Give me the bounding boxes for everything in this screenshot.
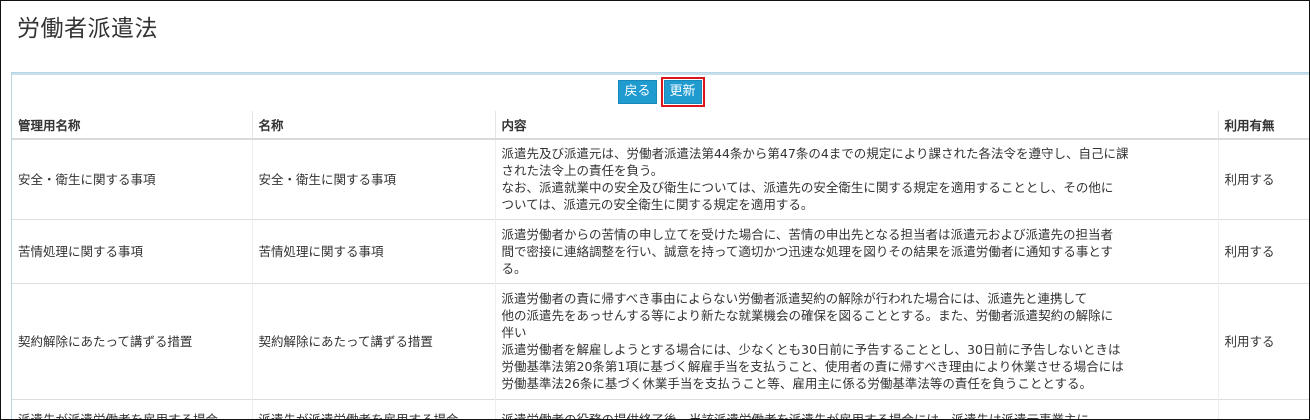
content-line: なお、派遣就業中の安全及び衛生については、派遣先の安全衛生に関する規定を適用する… [501, 180, 1114, 196]
back-button[interactable]: 戻る [618, 80, 657, 104]
content-line: された法令上の責任を負う。 [501, 163, 664, 179]
content-line: 労働基準法26条に基づく休業手当を支払うこと等、雇用主に係る労働基準法等の責任を… [501, 376, 1093, 391]
cell-name: 安全・衛生に関する事項 [251, 138, 495, 219]
content-line: 派遣労働者からの苦情の申し立てを受けた場合に、苦情の申出先となる担当者は派遣元お… [501, 226, 1114, 242]
content-line: 伴い [501, 325, 527, 340]
content-line: ついては、派遣元の安全衛生に関する規定を適用する。 [501, 197, 814, 213]
table-header-row: 管理用名称 名称 内容 利用有無 [12, 111, 1309, 140]
rules-table: 管理用名称 名称 内容 利用有無 安全・衛生に関する事項 安全・衛生に関する事項… [12, 111, 1309, 420]
update-button-highlight: 更新 [660, 77, 705, 107]
column-header-usage[interactable]: 利用有無 [1217, 111, 1309, 140]
column-header-admin-name[interactable]: 管理用名称 [12, 111, 252, 140]
cell-content: 派遣労働者からの苦情の申し立てを受けた場合に、苦情の申出先となる担当者は派遣元お… [494, 218, 1218, 283]
panel-divider [12, 73, 1309, 75]
table-row[interactable]: 契約解除にあたって講ずる措置 契約解除にあたって講ずる措置 派遣労働者の責に帰す… [12, 282, 1309, 399]
cell-admin-name: 安全・衛生に関する事項 [12, 138, 252, 219]
cell-name: 苦情処理に関する事項 [251, 218, 495, 283]
table-row[interactable]: 派遣先が派遣労働者を雇用する場合 派遣先が派遣労働者を雇用する場合 派遣労働者の… [12, 398, 1309, 420]
cell-usage: 利用する [1217, 282, 1309, 399]
content-line: 派遣労働者の責に帰すべき事由によらない労働者派遣契約の解除が行われた場合には、派… [501, 291, 1088, 306]
cell-usage [1217, 398, 1309, 419]
cell-usage: 利用する [1217, 218, 1309, 283]
column-header-name[interactable]: 名称 [251, 111, 495, 140]
toolbar: 戻る 更新 [12, 77, 1309, 107]
cell-admin-name: 派遣先が派遣労働者を雇用する場合 [12, 398, 252, 419]
table-row[interactable]: 安全・衛生に関する事項 安全・衛生に関する事項 派遣先及び派遣元は、労働者派遣法… [12, 138, 1309, 219]
content-line: 労働基準法第20条第1項に基づく解雇手当を支払うこと、使用者の責に帰すべき理由に… [501, 359, 1124, 374]
content-line: 派遣労働者の役務の提供終了後、当該派遣労働者を派遣先が雇用する場合には、派遣先は… [501, 411, 1090, 420]
content-line: 派遣労働者を解雇しようとする場合には、少なくとも30日前に予告することとし、30… [501, 342, 1121, 357]
cell-content: 派遣労働者の責に帰すべき事由によらない労働者派遣契約の解除が行われた場合には、派… [494, 282, 1218, 399]
table-row[interactable]: 苦情処理に関する事項 苦情処理に関する事項 派遣労働者からの苦情の申し立てを受け… [12, 218, 1309, 283]
cell-admin-name: 契約解除にあたって講ずる措置 [12, 282, 252, 399]
cell-content: 派遣労働者の役務の提供終了後、当該派遣労働者を派遣先が雇用する場合には、派遣先は… [494, 398, 1218, 420]
content-line: 派遣先及び派遣元は、労働者派遣法第44条から第47条の4までの規定により課された… [501, 146, 1129, 162]
cell-name: 契約解除にあたって講ずる措置 [251, 282, 495, 399]
cell-usage: 利用する [1217, 138, 1309, 219]
cell-content: 派遣先及び派遣元は、労働者派遣法第44条から第47条の4までの規定により課された… [494, 138, 1218, 219]
cell-admin-name: 苦情処理に関する事項 [12, 218, 252, 283]
content-line: 間で密接に連絡調整を行い、誠意を持って適切かつ迅速な処理を図りその結果を派遣労働… [501, 243, 1114, 259]
cell-name: 派遣先が派遣労働者を雇用する場合 [251, 398, 495, 419]
update-button[interactable]: 更新 [663, 80, 702, 104]
app-window: 労働者派遣法 戻る 更新 管理用名称 名称 内容 利用有無 安全・衛生に関する事… [0, 0, 1310, 420]
page-title: 労働者派遣法 [17, 16, 158, 42]
content-line: 他の派遣先をあっせんする等により新たな就業機会の確保を図ることとする。また、労働… [501, 308, 1114, 323]
content-panel: 戻る 更新 管理用名称 名称 内容 利用有無 安全・衛生に関する事項 安全・衛生… [11, 72, 1309, 420]
content-line: る。 [501, 260, 527, 276]
column-header-content[interactable]: 内容 [494, 111, 1218, 140]
